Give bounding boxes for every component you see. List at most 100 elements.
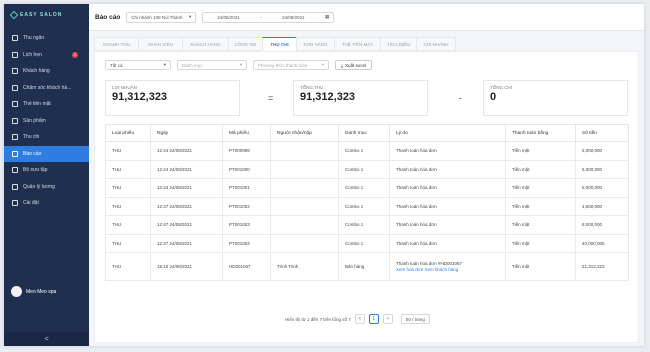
table-cell: 12:47 24/08/2021 [150,215,223,235]
pagination: Hiển thị từ 1 đến 7 trên tổng số 7 < 1 >… [285,314,430,324]
cell-text: Combo 1 [345,148,364,154]
cell-text: Combo 1 [345,240,364,246]
table-cell [270,178,339,198]
cell-text: Tiền mặt [512,203,530,209]
next-page-button[interactable]: > [382,314,393,324]
table-row[interactable]: THU 12:47 24/08/2021 PT001003 Combo 1 Thanh … [105,215,629,235]
gear-icon [12,200,18,207]
cell-text: 12:44 24/08/2021 [157,185,193,191]
tab-7[interactable]: Tích điểm [380,37,416,51]
sidebar-item-9[interactable]: Quản lý lương [4,179,89,196]
cell-text: 12:47 24/08/2021 [157,240,193,246]
tab-8[interactable]: Chi nhánh [416,37,456,51]
profit-card: Lợi nhuận 91,312,323 [105,80,240,116]
table-cell: 21,312,323 [575,252,629,281]
tab-1[interactable]: Nhân viên [138,37,182,51]
table-cell: Tiền mặt [505,159,576,179]
date-to: 24/08/2021 [282,14,305,20]
invoice-links[interactable]: Xem hóa đơn Xem khách hàng [396,267,505,272]
sidebar-item-5[interactable]: Sản phẩm [4,113,89,130]
page-1-button[interactable]: 1 [368,314,379,324]
user-profile[interactable]: Meo Meo spa [11,286,56,297]
sidebar-item-label: Khách hàng [23,68,50,75]
category-select[interactable]: Danh mục ▾ [177,60,247,70]
cell-text: 5,000,000 [582,148,603,154]
expense-card: Tổng chi 0 [483,80,628,116]
sidebar-item-3[interactable]: Chăm sóc khách hà... [4,80,89,97]
expense-value: 0 [490,91,497,103]
table-row[interactable]: THU 12:44 24/08/2021 PT001001 Combo 1 Thanh … [105,178,629,198]
sidebar-item-6[interactable]: Thu chi [4,129,89,146]
table-cell: 15:10 24/08/2021 [150,252,223,281]
cell-text: THU [112,148,122,154]
tab-4[interactable]: Thu chi [262,37,296,51]
table-cell: PT001000 [222,159,271,179]
cell-text: Thanh toán hóa đơn [396,185,437,191]
tab-3[interactable]: Công nợ [228,37,262,51]
cell-text: Combo 1 [345,166,364,172]
sidebar-item-0[interactable]: Thu ngân [4,30,89,47]
prev-page-button[interactable]: < [354,314,365,324]
branch-select[interactable]: Chi nhánh 108 Núi Thành ▾ [126,11,197,23]
chevron-down-icon: ▾ [321,62,324,67]
table-cell: THU [105,159,151,179]
table-cell: Combo 1 [338,159,390,179]
table-cell: Combo 1 [338,178,390,198]
table-row[interactable]: THU 15:10 24/08/2021 HD001067 Trinh Trinh Bá… [105,252,629,281]
income-card: Tổng thu 91,312,323 [293,80,428,116]
sidebar-item-label: Bộ sưu tập [23,167,48,174]
export-excel-button[interactable]: ⤓ Xuất excel [335,60,373,70]
minus-sign: - [459,93,462,103]
table-row[interactable]: THU 12:47 24/08/2021 PT001004 Combo 1 Thanh … [105,233,629,253]
table-row[interactable]: THU 12:44 24/08/2021 PT000999 Combo 1 Thanh … [105,141,629,161]
sidebar-item-4[interactable]: Thẻ tiền mặt [4,96,89,113]
export-label: Xuất excel [345,62,367,68]
payment-method-select[interactable]: Phương thức thanh toán ▾ [253,60,329,70]
page-size-select[interactable]: 50 / trang [400,314,430,324]
table-cell [270,159,339,179]
sidebar-item-10[interactable]: Cài đặt [4,195,89,212]
table-row[interactable]: THU 12:47 24/08/2021 PT001002 Combo 1 Thanh … [105,196,629,216]
table-cell: PT001002 [222,196,271,216]
salary-icon [12,183,18,190]
table-row[interactable]: THU 12:44 24/08/2021 PT001000 Combo 1 Thanh … [105,159,629,179]
chevron-down-icon: ▾ [189,14,192,19]
tab-2[interactable]: Khách hàng [182,37,228,51]
income-value: 91,312,323 [300,91,356,103]
table-cell: PT001004 [222,233,271,253]
cell-text: 15:10 24/08/2021 [157,264,193,269]
date-separator: - [260,14,262,20]
sidebar-item-1[interactable]: Lịch hẹn 1 [4,47,89,64]
wallet-icon [12,134,18,141]
cell-text: Combo 1 [345,222,364,228]
sidebar-item-label: Thu chi [23,134,40,141]
page-title: Báo cáo [95,13,121,21]
type-select[interactable]: Tất cả ▾ [105,60,171,70]
cell-text: THU [112,222,122,228]
cell-text: PT001003 [229,222,250,228]
cell-text: PT001001 [229,185,250,191]
sidebar-item-8[interactable]: Bộ sưu tập [4,162,89,179]
cell-text: Tiền mặt [512,264,530,269]
column-header: Người nhận/nộp [270,124,339,142]
date-range-picker[interactable]: 24/08/2021 - 24/08/2021 ▦ [202,11,335,23]
user-name: Meo Meo spa [26,288,57,295]
expense-label: Tổng chi [490,85,512,90]
tab-0[interactable]: Doanh thu [94,37,138,51]
sidebar-item-2[interactable]: Khách hàng [4,63,89,80]
cell-text: 40,000,000 [582,240,605,246]
tab-5[interactable]: Kho hàng [296,37,334,51]
column-header: Danh mục [338,124,390,142]
table-cell: Thanh toán hóa đơn [389,233,506,253]
table-cell: THU [105,215,151,235]
cell-text: Combo 1 [345,185,364,191]
table-cell [270,233,339,253]
tab-6[interactable]: Thẻ tiền mặt [334,37,380,51]
table-cell: Combo 1 [338,196,390,216]
table-cell: Combo 1 [338,215,390,235]
collapse-sidebar-button[interactable]: < [4,332,89,346]
table-cell: Tiền mặt [505,252,576,281]
sidebar-item-7[interactable]: Báo cáo [4,145,89,162]
cell-text: 5,000,000 [582,166,603,172]
table-cell [270,196,339,216]
